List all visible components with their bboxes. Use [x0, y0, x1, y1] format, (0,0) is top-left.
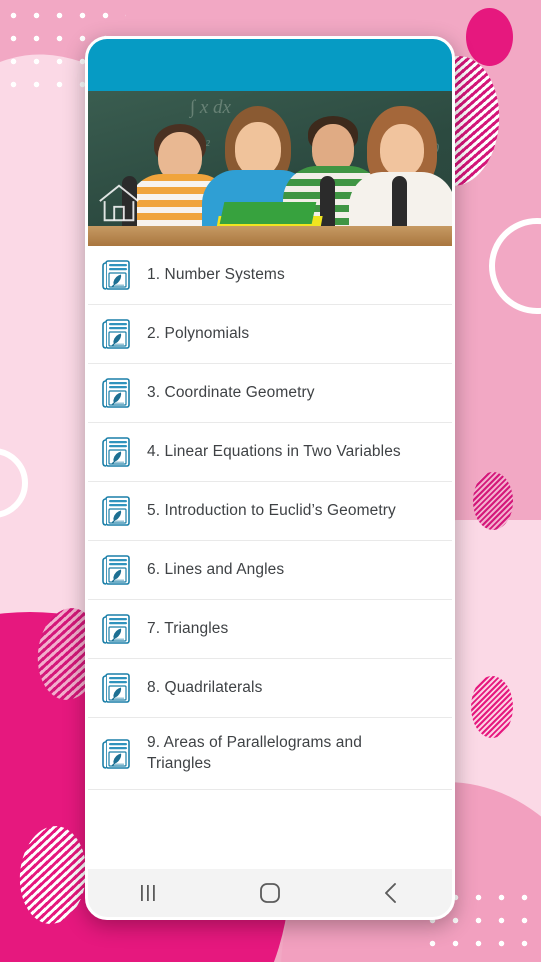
chapter-list-item[interactable]: 3. Coordinate Geometry [88, 364, 452, 423]
back-button[interactable] [359, 873, 423, 913]
chapter-label: 1. Number Systems [147, 265, 285, 283]
chapter-label: 8. Quadrilaterals [147, 678, 263, 696]
chapter-label: 2. Polynomials [147, 324, 250, 342]
chapter-list-item[interactable]: 8. Quadrilaterals [88, 659, 452, 718]
chapter-label: 6. Lines and Angles [147, 560, 285, 578]
chapter-list-item[interactable]: 9. Areas of Parallelograms and Triangles [88, 718, 452, 790]
app-header-bar [88, 39, 452, 91]
android-navigation-bar [88, 869, 452, 917]
chapter-label: 7. Triangles [147, 619, 229, 637]
phone-mockup: ∫ x dx a² + b² 450~120 130~220 [85, 36, 455, 920]
chapter-label: 3. Coordinate Geometry [147, 383, 315, 401]
house-outline-watermark-icon [96, 180, 142, 226]
home-icon [259, 882, 281, 904]
student-4-head [380, 124, 424, 176]
book-green [219, 202, 317, 224]
recents-icon [138, 884, 160, 902]
chapter-label: 4. Linear Equations in Two Variables [147, 442, 401, 460]
chapter-label: 5. Introduction to Euclid’s Geometry [147, 501, 396, 519]
desk-edge [88, 226, 452, 246]
book-quill-icon [102, 436, 132, 468]
home-button[interactable] [238, 873, 302, 913]
striped-ellipse-right-lower [471, 676, 513, 738]
book-quill-icon [102, 738, 132, 770]
chapter-label: 9. Areas of Parallelograms and Triangles [147, 733, 362, 772]
banner-students-classroom-photo: ∫ x dx a² + b² 450~120 130~220 [88, 91, 452, 246]
chapter-list-item[interactable]: 2. Polynomials [88, 305, 452, 364]
striped-ellipse-right [473, 472, 513, 530]
student-2-head [235, 122, 281, 176]
chapter-list[interactable]: 1. Number Systems 2. Polynomials 3. Coor… [88, 246, 452, 869]
book-quill-icon [102, 554, 132, 586]
book-quill-icon [102, 259, 132, 291]
chapter-list-item[interactable]: 6. Lines and Angles [88, 541, 452, 600]
book-quill-icon [102, 672, 132, 704]
chapter-list-item[interactable]: 5. Introduction to Euclid’s Geometry [88, 482, 452, 541]
chapter-list-item[interactable]: 1. Number Systems [88, 246, 452, 305]
magenta-ellipse-topright [466, 8, 513, 66]
book-quill-icon [102, 613, 132, 645]
back-chevron-icon [383, 882, 399, 904]
chapter-list-item[interactable]: 4. Linear Equations in Two Variables [88, 423, 452, 482]
book-quill-icon [102, 495, 132, 527]
chapter-list-item[interactable]: 7. Triangles [88, 600, 452, 659]
book-quill-icon [102, 377, 132, 409]
recents-button[interactable] [117, 873, 181, 913]
book-quill-icon [102, 318, 132, 350]
